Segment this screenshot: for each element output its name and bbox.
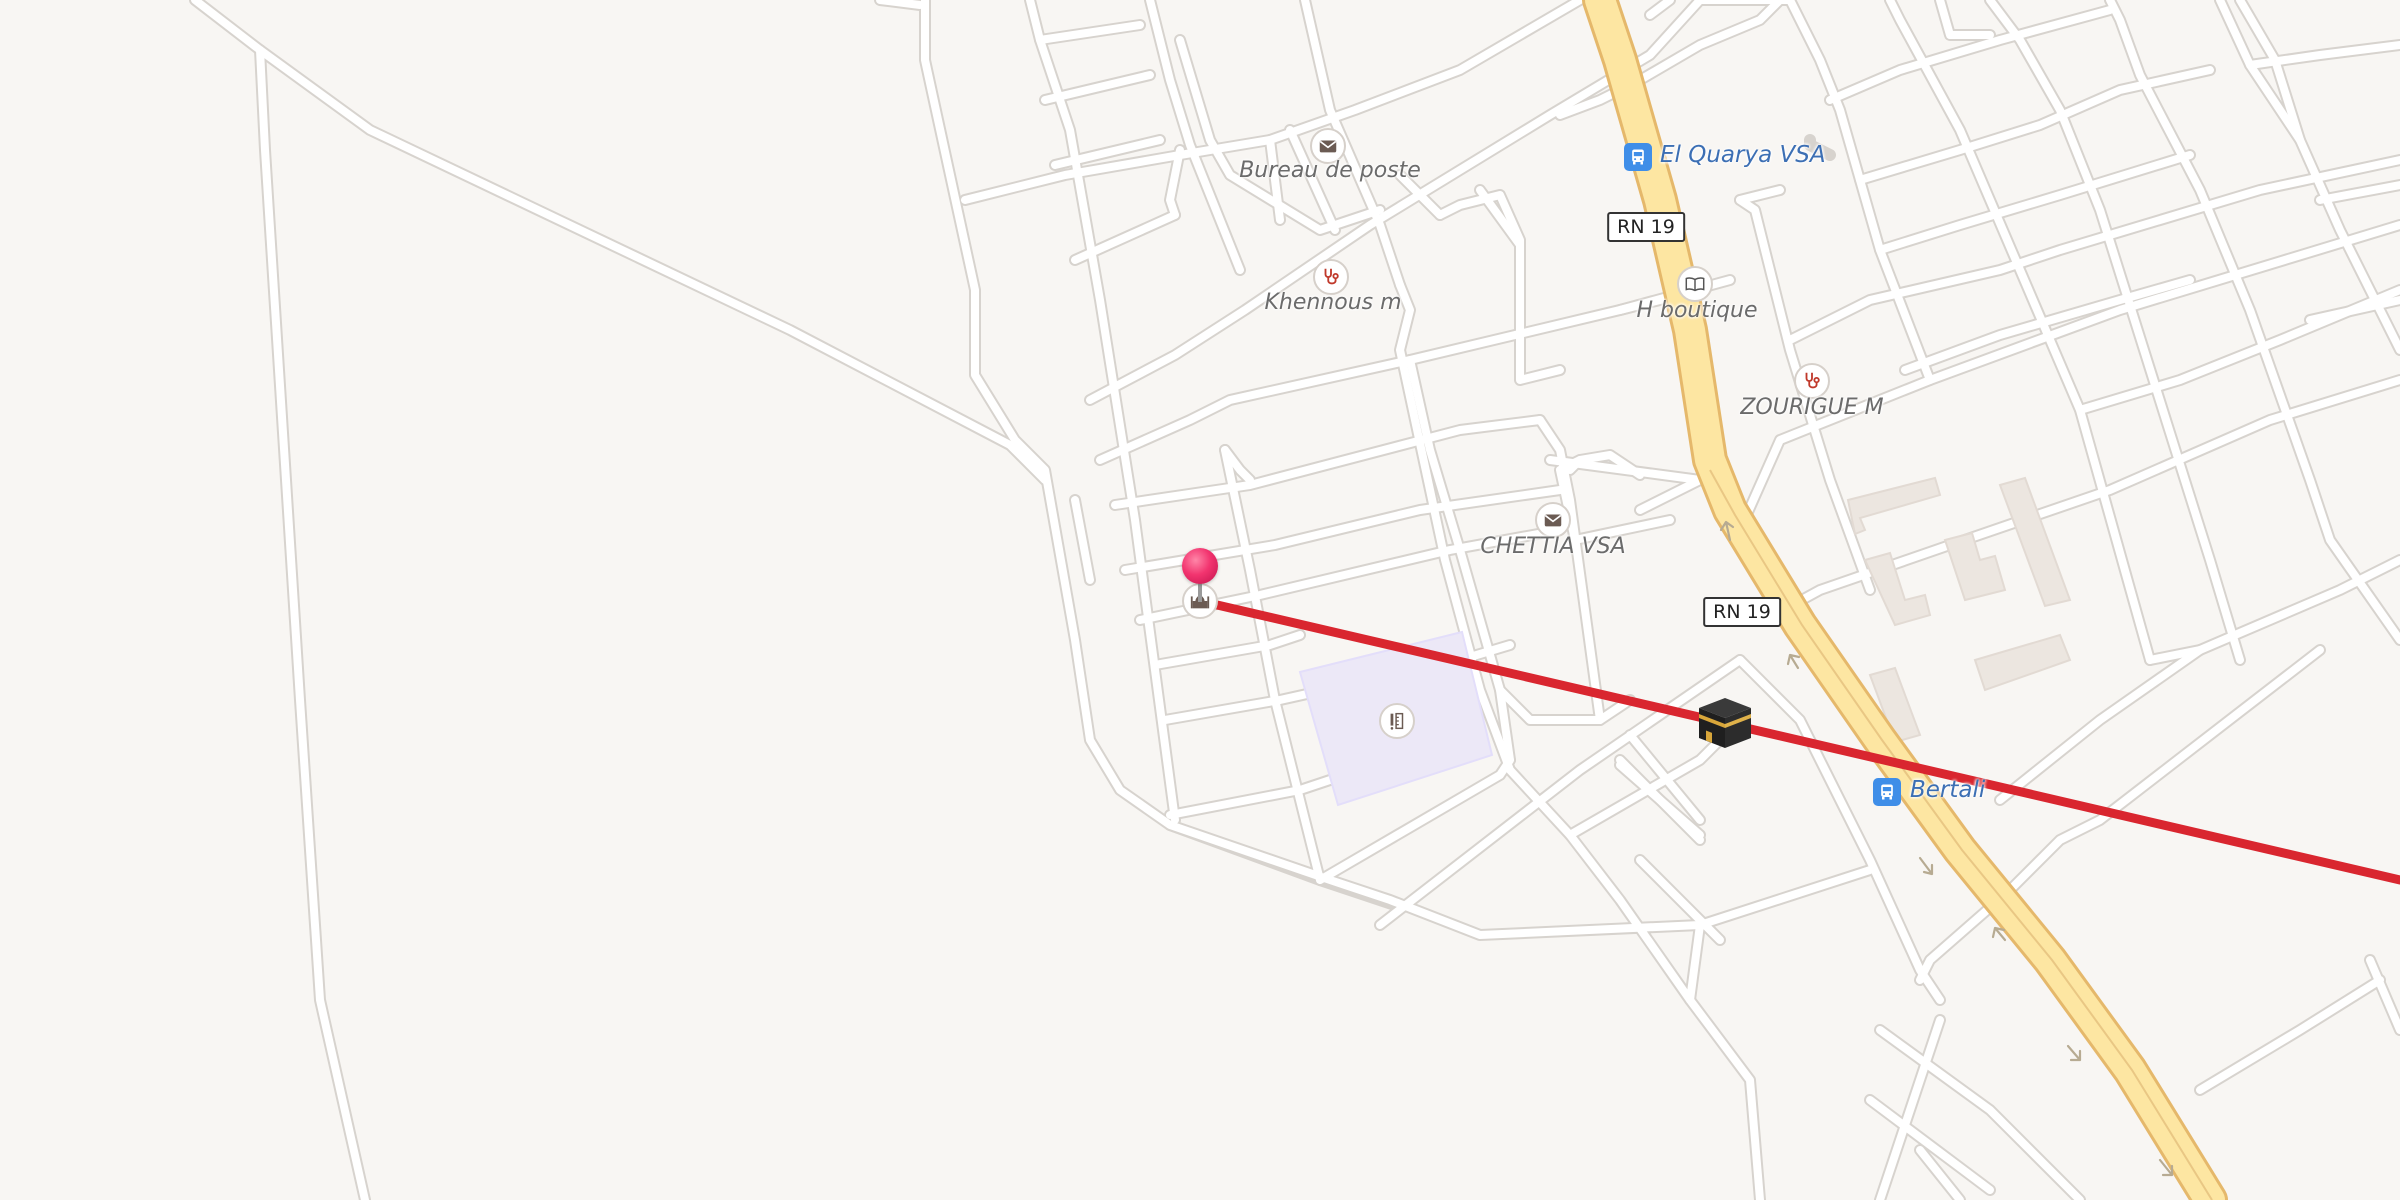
bus-icon bbox=[1632, 149, 1644, 165]
envelope-icon bbox=[1544, 514, 1562, 527]
bus-icon bbox=[1881, 784, 1893, 800]
post-office-label-1: Bureau de poste bbox=[1239, 158, 1421, 183]
school-poi[interactable] bbox=[1379, 703, 1415, 739]
map-view[interactable]: RN 19 RN 19 Bureau de poste Khennous m H… bbox=[0, 0, 2400, 1200]
clinic-label-2: ZOURIGUE M bbox=[1740, 395, 1884, 420]
bus-stop-label-2: Bertali bbox=[1910, 777, 1986, 803]
shop-label: H boutique bbox=[1636, 298, 1758, 323]
road-shield-rn19-north: RN 19 bbox=[1607, 212, 1685, 242]
stethoscope-icon bbox=[1805, 372, 1820, 389]
kaaba-icon[interactable] bbox=[1695, 692, 1755, 752]
post-office-poi-2[interactable] bbox=[1535, 502, 1571, 538]
clinic-label-1: Khennous m bbox=[1264, 290, 1402, 315]
buildings bbox=[1846, 476, 2072, 744]
envelope-icon bbox=[1319, 140, 1337, 153]
book-icon bbox=[1685, 277, 1705, 292]
location-pin[interactable] bbox=[1182, 548, 1218, 584]
shop-poi[interactable] bbox=[1677, 266, 1713, 302]
post-office-label-2: CHETTIA VSA bbox=[1480, 534, 1626, 559]
school-icon bbox=[1390, 712, 1404, 730]
road-shield-rn19-south: RN 19 bbox=[1703, 597, 1781, 627]
bus-stop-2[interactable] bbox=[1873, 778, 1901, 806]
bus-stop-label-1: El Quarya VSA bbox=[1660, 142, 1826, 168]
bus-stop-1[interactable] bbox=[1624, 143, 1652, 171]
stethoscope-icon bbox=[1324, 268, 1339, 285]
clinic-poi-2[interactable] bbox=[1794, 363, 1830, 399]
